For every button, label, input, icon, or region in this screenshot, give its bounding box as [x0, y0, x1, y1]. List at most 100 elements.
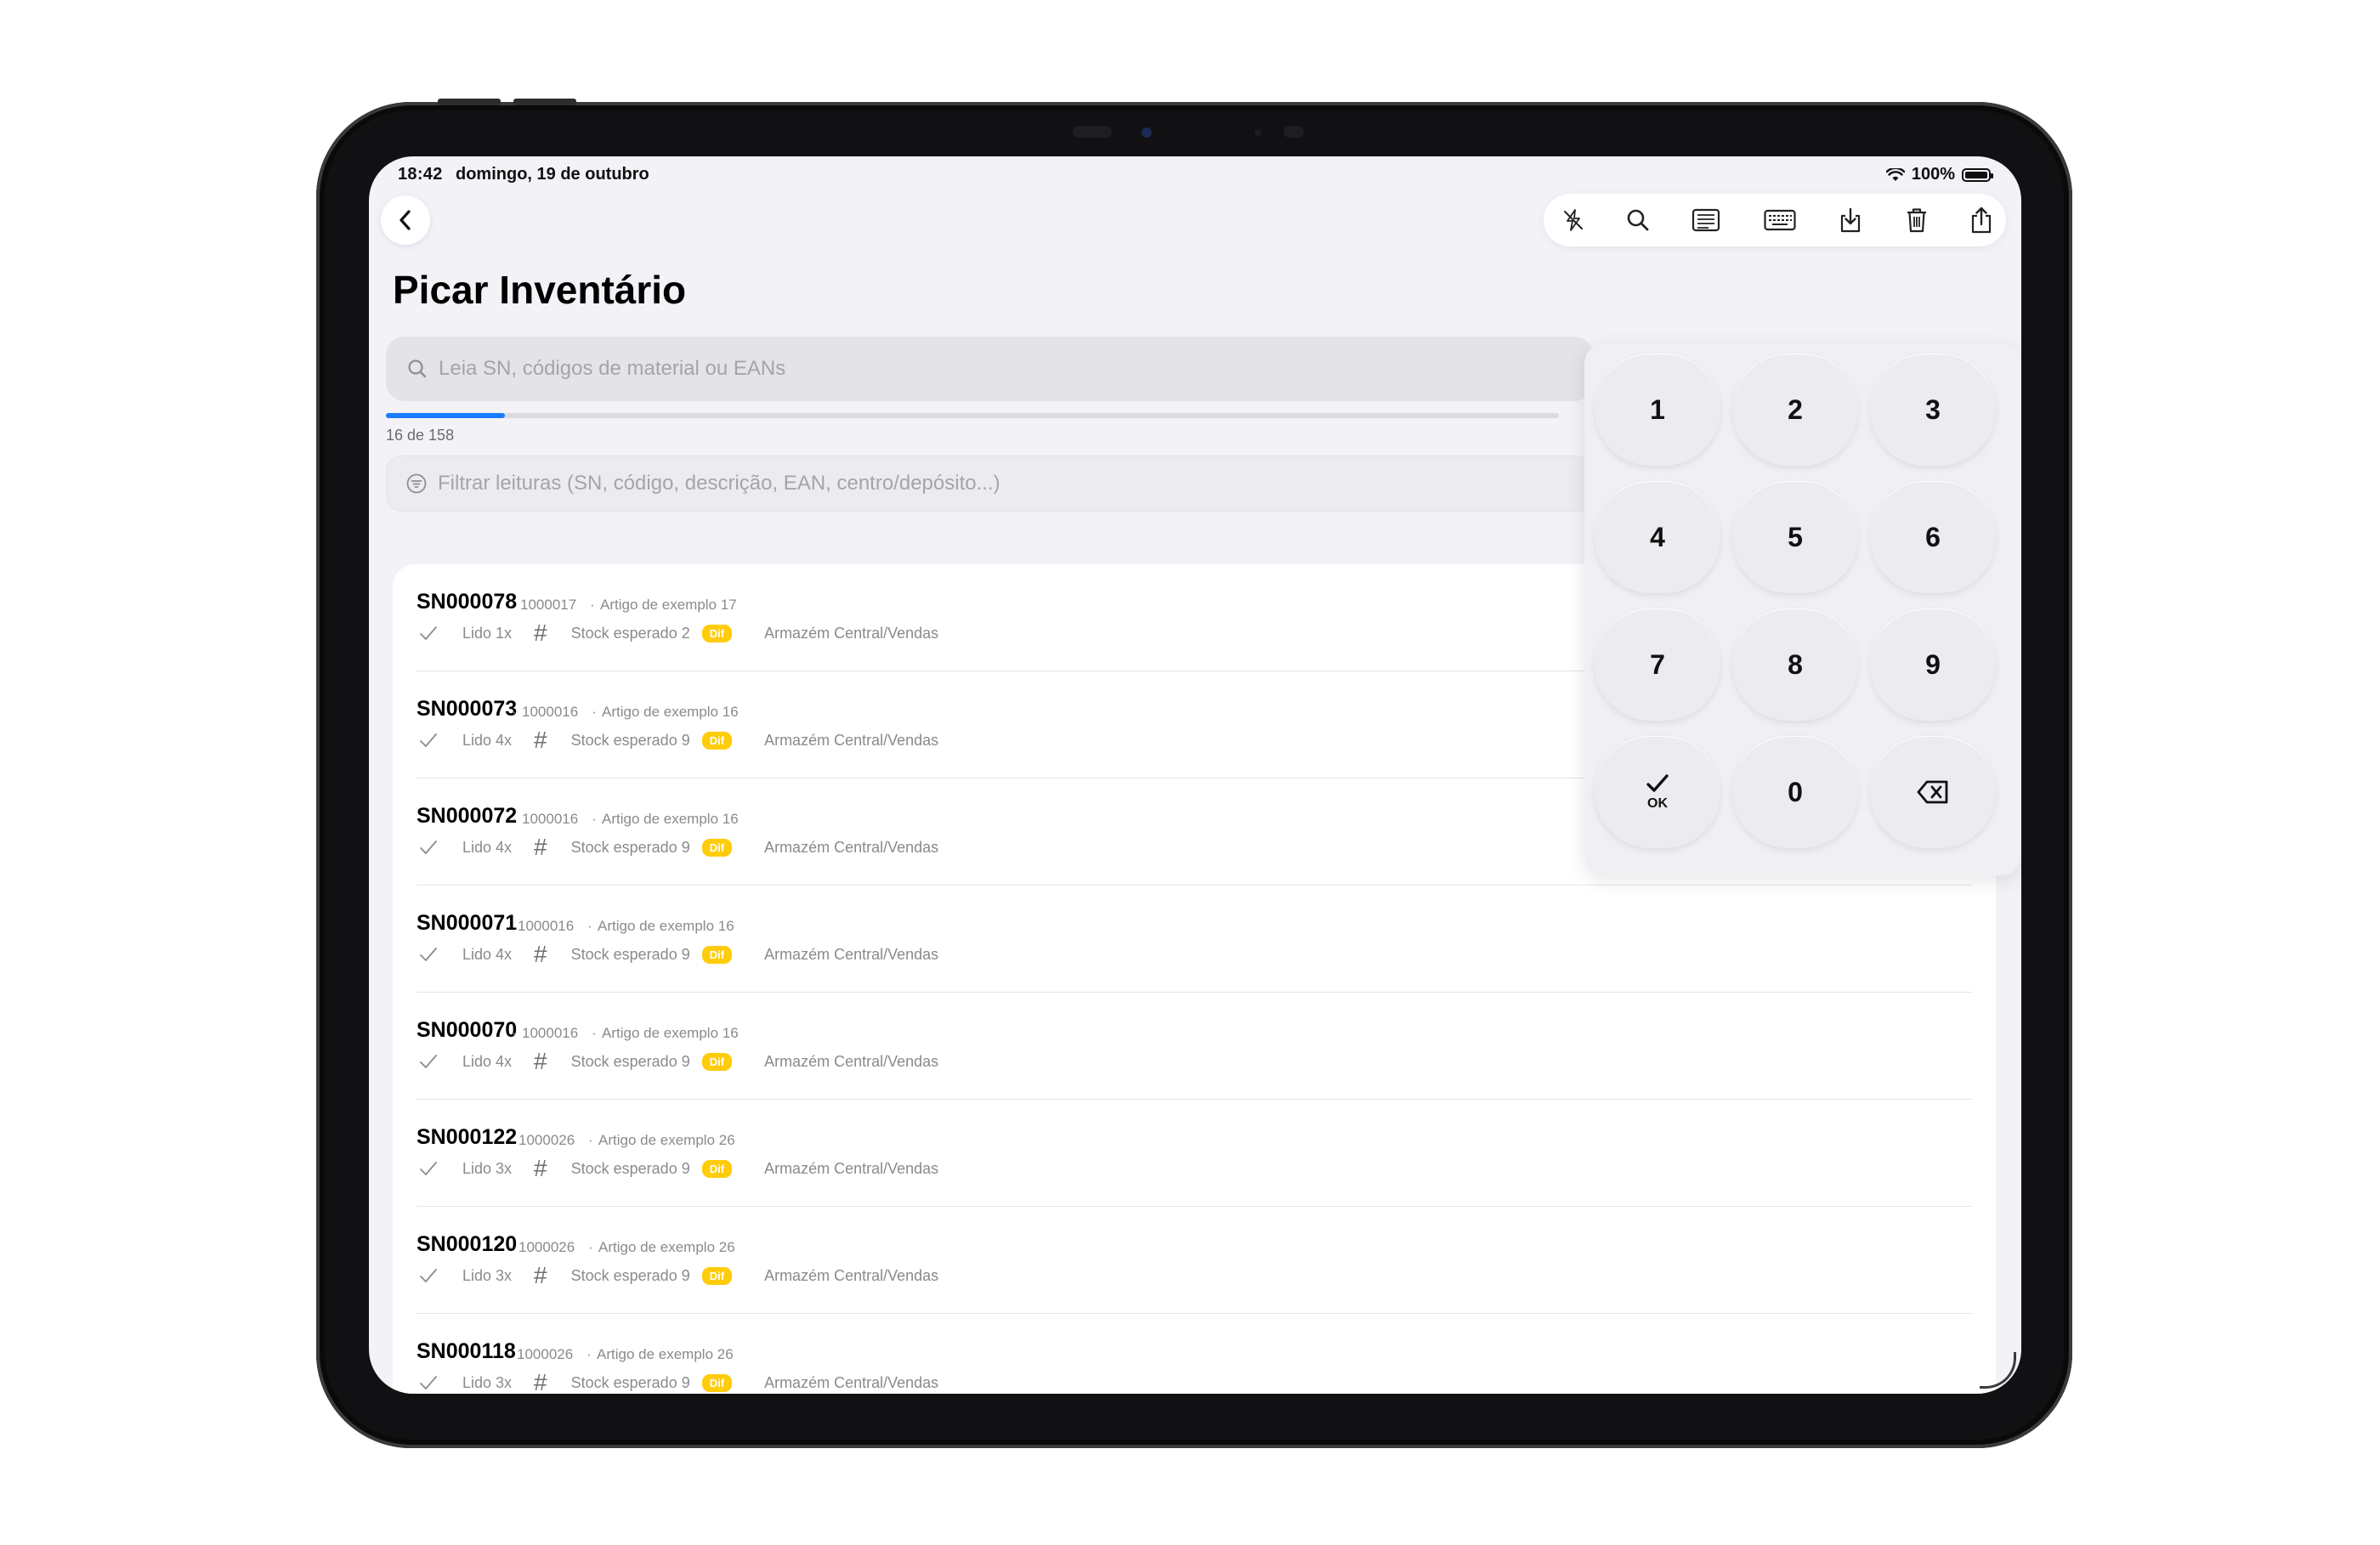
list-item[interactable]: SN000122 · 1000026 · Artigo de exemplo 26 Lid…: [393, 1100, 1996, 1207]
item-read-count: Lido 3x: [462, 1373, 513, 1391]
filter-bar[interactable]: [386, 456, 1593, 512]
meta-separator: ·: [592, 811, 597, 827]
item-sn: SN000122: [416, 1125, 518, 1149]
share-icon: [1971, 207, 1992, 234]
meta-separator: ·: [507, 918, 513, 934]
meta-separator: ·: [588, 1239, 593, 1255]
hash-icon: #: [534, 1262, 547, 1288]
list-icon: [1692, 208, 1720, 232]
hash-icon: #: [534, 1155, 547, 1181]
item-location: Armazém Central/Vendas: [764, 731, 939, 749]
checkmark-icon: [420, 626, 437, 640]
status-right: 100%: [1885, 165, 1993, 184]
checkmark-icon: [420, 1376, 437, 1389]
meta-separator: ·: [508, 1132, 513, 1148]
download-icon: [1840, 207, 1861, 233]
key-ok-label: OK: [1647, 796, 1668, 811]
filter-input[interactable]: [436, 471, 1204, 496]
trash-icon: [1907, 208, 1926, 233]
key-8[interactable]: 8: [1732, 608, 1858, 721]
key-0[interactable]: 0: [1732, 736, 1858, 848]
page-title: Picar Inventário: [393, 268, 687, 312]
meta-separator: ·: [507, 1346, 512, 1362]
hash-icon: #: [534, 1048, 547, 1074]
share-button[interactable]: [1964, 202, 1999, 238]
status-badge: Dif: [701, 731, 733, 750]
key-7[interactable]: 7: [1595, 608, 1720, 721]
delete-button[interactable]: [1899, 202, 1935, 238]
device-button: [438, 99, 501, 105]
item-code: 1000016: [518, 918, 575, 934]
item-code: 1000016: [522, 811, 579, 827]
key-4[interactable]: 4: [1595, 481, 1720, 593]
meta-separator: ·: [587, 918, 592, 934]
key-5[interactable]: 5: [1732, 481, 1858, 593]
list-item[interactable]: SN000070 · 1000016 · Artigo de exemplo 16 Lid…: [393, 993, 1996, 1100]
status-date: domingo, 19 de outubro: [456, 165, 649, 184]
status-badge: Dif: [701, 1266, 733, 1285]
toolbar: [1544, 194, 2006, 246]
list-item[interactable]: SN000118 · 1000026 · Artigo de exemplo 26 Lid…: [393, 1314, 1996, 1394]
checkmark-icon: [420, 840, 437, 854]
meta-separator: ·: [592, 1025, 597, 1041]
item-location: Armazém Central/Vendas: [764, 1266, 939, 1284]
item-description: Artigo de exemplo 16: [602, 811, 739, 827]
item-description: Artigo de exemplo 16: [602, 1025, 739, 1041]
battery-icon: [1962, 167, 1993, 182]
scan-search-bar[interactable]: [386, 337, 1593, 401]
item-location: Armazém Central/Vendas: [764, 1052, 939, 1070]
item-sn: SN000071: [416, 911, 518, 935]
key-ok[interactable]: OK: [1595, 736, 1720, 848]
camera-icon: [1142, 127, 1152, 138]
item-expected-stock: Stock esperado 2: [570, 624, 690, 642]
device-button: [513, 99, 576, 105]
item-location: Armazém Central/Vendas: [764, 624, 939, 642]
list-button[interactable]: [1688, 202, 1724, 238]
camera-sensor: [1284, 126, 1304, 138]
item-sn: SN000073: [416, 697, 518, 721]
meta-separator: ·: [588, 1132, 593, 1148]
item-read-count: Lido 3x: [462, 1159, 513, 1177]
key-backspace[interactable]: [1870, 736, 1996, 848]
status-badge: Dif: [701, 1159, 733, 1178]
key-2[interactable]: 2: [1732, 354, 1858, 466]
list-item[interactable]: SN000071 · 1000016 · Artigo de exemplo 16 Lid…: [393, 886, 1996, 993]
meta-separator: ·: [590, 597, 595, 613]
meta-separator: ·: [508, 1239, 513, 1255]
key-3[interactable]: 3: [1870, 354, 1996, 466]
hash-icon: #: [534, 727, 547, 753]
keyboard-button[interactable]: [1761, 202, 1799, 238]
import-button[interactable]: [1833, 202, 1868, 238]
screen: 18:42 domingo, 19 de outubro 100% Picar …: [369, 156, 2021, 1394]
item-sn: SN000118: [416, 1339, 516, 1363]
search-button[interactable]: [1620, 202, 1656, 238]
progress-fill: [386, 413, 505, 418]
key-6[interactable]: 6: [1870, 481, 1996, 593]
item-description: Artigo de exemplo 26: [598, 1132, 735, 1148]
flash-toggle-button[interactable]: [1556, 202, 1591, 238]
item-code: 1000016: [522, 704, 579, 720]
list-item[interactable]: SN000120 · 1000026 · Artigo de exemplo 26 Lid…: [393, 1207, 1996, 1314]
item-expected-stock: Stock esperado 9: [570, 1266, 690, 1284]
backspace-icon: [1917, 780, 1948, 804]
status-badge: Dif: [701, 838, 733, 857]
item-expected-stock: Stock esperado 9: [570, 1373, 690, 1391]
back-button[interactable]: [381, 195, 430, 245]
key-1[interactable]: 1: [1595, 354, 1720, 466]
meta-separator: ·: [512, 704, 517, 720]
item-read-count: Lido 1x: [462, 624, 513, 642]
hash-icon: #: [534, 1369, 547, 1394]
wifi-icon: [1885, 167, 1905, 181]
item-description: Artigo de exemplo 26: [597, 1346, 734, 1362]
meta-separator: ·: [592, 704, 597, 720]
item-location: Armazém Central/Vendas: [764, 1373, 939, 1391]
scan-input[interactable]: [437, 356, 1205, 382]
meta-separator: ·: [512, 1025, 517, 1041]
hash-icon: #: [534, 834, 547, 860]
key-9[interactable]: 9: [1870, 608, 1996, 721]
flash-off-icon: [1564, 209, 1583, 231]
item-expected-stock: Stock esperado 9: [570, 1052, 690, 1070]
item-read-count: Lido 4x: [462, 838, 513, 856]
item-location: Armazém Central/Vendas: [764, 838, 939, 856]
chevron-left-icon: [400, 210, 411, 230]
